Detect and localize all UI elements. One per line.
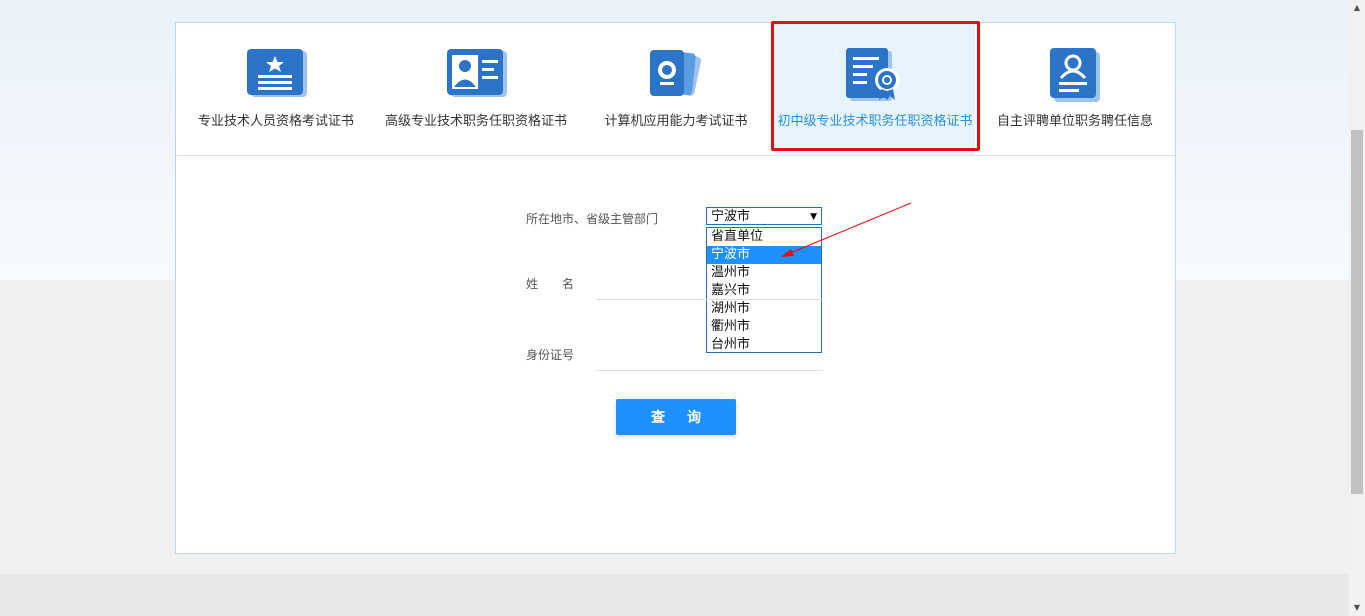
dropdown-arrow-icon: ▼ bbox=[810, 212, 817, 222]
id-card-star-icon bbox=[244, 48, 308, 102]
person-card-icon bbox=[444, 48, 508, 102]
red-highlight-box bbox=[771, 21, 980, 151]
dropdown-option-selected[interactable]: 宁波市 bbox=[707, 246, 821, 264]
scrollbar-thumb[interactable] bbox=[1351, 130, 1363, 494]
tab-label: 高级专业技术职务任职资格证书 bbox=[384, 114, 567, 129]
scroll-up-icon[interactable]: ▲ bbox=[1349, 0, 1365, 16]
vertical-scrollbar[interactable]: ▲ ▼ bbox=[1349, 0, 1365, 616]
tab-label: 专业技术人员资格考试证书 bbox=[197, 114, 354, 129]
scroll-down-icon[interactable]: ▼ bbox=[1349, 600, 1365, 616]
tab-computer-skill-certificate[interactable]: 计算机应用能力考试证书 bbox=[576, 23, 776, 155]
tab-label: 计算机应用能力考试证书 bbox=[604, 114, 748, 129]
certificate-cards-icon bbox=[644, 48, 708, 102]
tab-self-appointment-info[interactable]: 自主评聘单位职务聘任信息 bbox=[975, 23, 1175, 155]
id-number-input[interactable] bbox=[596, 340, 823, 371]
dropdown-option[interactable]: 衢州市 bbox=[707, 318, 821, 336]
person-document-icon bbox=[1047, 48, 1111, 102]
dropdown-option[interactable]: 湖州市 bbox=[707, 300, 821, 318]
name-label: 姓 名 bbox=[526, 277, 575, 291]
region-select[interactable]: 宁波市 ▼ bbox=[706, 207, 822, 225]
query-button[interactable]: 查询 bbox=[616, 399, 736, 435]
certificate-query-panel: 专业技术人员资格考试证书 高级专业技术职务任职资格证书 计算机应用能力考试证书 … bbox=[175, 21, 1176, 554]
id-number-label: 身份证号 bbox=[526, 348, 575, 362]
region-select-value: 宁波市 bbox=[711, 209, 751, 224]
dropdown-option[interactable]: 省直单位 bbox=[707, 228, 821, 246]
name-input[interactable] bbox=[596, 269, 823, 300]
region-label: 所在地市、省级主管部门 bbox=[526, 212, 659, 226]
tab-label: 自主评聘单位职务聘任信息 bbox=[996, 114, 1153, 129]
tab-professional-exam-certificate[interactable]: 专业技术人员资格考试证书 bbox=[176, 23, 376, 155]
page-footer-band bbox=[0, 574, 1349, 616]
tab-senior-title-certificate[interactable]: 高级专业技术职务任职资格证书 bbox=[376, 23, 576, 155]
certificate-type-tabs: 专业技术人员资格考试证书 高级专业技术职务任职资格证书 计算机应用能力考试证书 … bbox=[176, 21, 1175, 156]
